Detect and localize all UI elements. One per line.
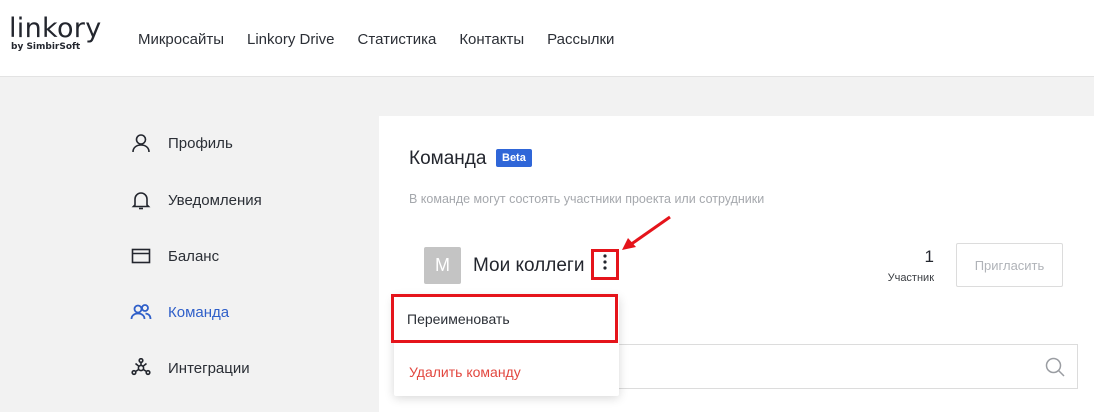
sidebar-item-integrations[interactable]: Интеграции (130, 350, 350, 386)
top-header: linkory by SimbirSoft Микросайты Linkory… (0, 0, 1094, 77)
main-nav: Микросайты Linkory Drive Статистика Конт… (138, 31, 637, 48)
nav-mailings[interactable]: Рассылки (547, 31, 614, 48)
team-hint: В команде могут состоять участники проек… (409, 192, 765, 206)
logo-wordmark: linkory (9, 13, 102, 44)
nav-contacts[interactable]: Контакты (459, 31, 524, 48)
menu-item-rename[interactable]: Переименовать (391, 294, 618, 343)
sidebar-item-label: Интеграции (168, 359, 250, 377)
nav-drive[interactable]: Linkory Drive (247, 31, 335, 48)
team-name: Мои коллеги (473, 255, 585, 276)
more-vertical-icon (603, 254, 607, 275)
sidebar-item-team[interactable]: Команда (130, 294, 350, 330)
sidebar-item-profile[interactable]: Профиль (130, 125, 350, 161)
invite-button[interactable]: Пригласить (956, 243, 1063, 287)
team-actions-menu: Переименовать Удалить команду (391, 294, 619, 396)
beta-badge: Beta (496, 149, 532, 167)
members-count: 1 (924, 247, 934, 266)
menu-item-delete-team[interactable]: Удалить команду (394, 352, 619, 392)
sidebar-item-label: Уведомления (168, 191, 262, 209)
brand-logo[interactable]: linkory by SimbirSoft (9, 13, 102, 53)
team-more-button[interactable] (591, 249, 619, 280)
page-title: Команда (409, 148, 487, 169)
sidebar-item-label: Команда (168, 303, 230, 321)
user-icon (130, 132, 152, 154)
search-input[interactable] (609, 344, 1078, 389)
sidebar-item-notifications[interactable]: Уведомления (130, 182, 350, 218)
sidebar-item-label: Профиль (168, 134, 233, 152)
team-icon (130, 301, 152, 323)
nav-microsites[interactable]: Микросайты (138, 31, 224, 48)
search-icon[interactable] (1045, 357, 1065, 382)
sidebar-item-label: Баланс (168, 247, 220, 265)
sidebar-item-balance[interactable]: Баланс (130, 238, 350, 274)
members-label: Участник (887, 272, 934, 284)
team-avatar: М (424, 247, 461, 284)
integrations-icon (130, 357, 152, 379)
bell-icon (130, 189, 152, 211)
nav-statistics[interactable]: Статистика (358, 31, 437, 48)
wallet-icon (130, 245, 152, 267)
annotation-arrow-icon (622, 215, 671, 250)
